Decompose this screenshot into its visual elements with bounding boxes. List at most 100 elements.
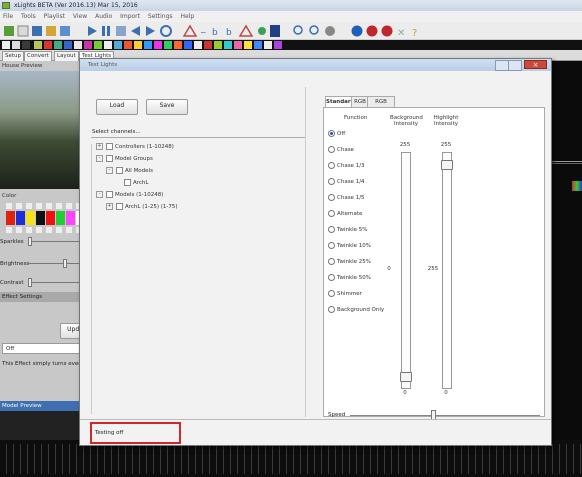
tree-item-label: All Models bbox=[125, 168, 153, 174]
radio-label: Twinkle 25% bbox=[337, 259, 372, 265]
brightness-slider-thumb[interactable] bbox=[63, 259, 67, 268]
checkbox[interactable] bbox=[116, 203, 123, 210]
status-text: Testing off bbox=[95, 430, 124, 436]
panel-divider bbox=[305, 87, 306, 417]
svg-text:b: b bbox=[226, 28, 232, 38]
expand-icon[interactable]: + bbox=[106, 203, 113, 210]
tree-item-archl-range[interactable]: + ArchL (1-25) (1-75) bbox=[106, 203, 178, 210]
house-preview-image bbox=[0, 71, 91, 189]
radio-twinkle-10[interactable]: Twinkle 10% bbox=[328, 242, 371, 249]
radio-twinkle-50[interactable]: Twinkle 50% bbox=[328, 274, 371, 281]
tree-item-model-groups[interactable]: - Model Groups bbox=[96, 155, 153, 162]
expand-icon[interactable]: + bbox=[96, 143, 103, 150]
checkbox[interactable] bbox=[106, 143, 113, 150]
tree-item-label: Models (1-10248) bbox=[115, 192, 164, 198]
contrast-slider-thumb[interactable] bbox=[28, 278, 32, 287]
tree-item-all-models[interactable]: - All Models bbox=[106, 167, 153, 174]
close-button[interactable]: × bbox=[524, 60, 547, 69]
background-min-label: 0 bbox=[403, 390, 407, 396]
menu-settings[interactable]: Settings bbox=[148, 13, 173, 20]
file-toolbar-icons[interactable] bbox=[4, 25, 70, 37]
radio-twinkle-25[interactable]: Twinkle 25% bbox=[328, 258, 371, 265]
toolbar-icons: ~ b b ✕ ? bbox=[4, 24, 418, 40]
dialog-title: Test Lights bbox=[88, 62, 118, 68]
highlight-intensity-slider[interactable] bbox=[442, 152, 452, 389]
background-intensity-thumb[interactable] bbox=[400, 372, 412, 382]
radio-chase-1-4[interactable]: Chase 1/4 bbox=[328, 178, 365, 185]
radio-label: Background Only bbox=[337, 307, 385, 313]
tree-item-archl[interactable]: ArchL bbox=[124, 179, 148, 186]
checkbox[interactable] bbox=[106, 191, 113, 198]
timeline-grid bbox=[0, 444, 582, 474]
status-icons[interactable]: ✕ ? bbox=[351, 25, 418, 40]
maximize-button[interactable] bbox=[508, 60, 522, 71]
main-toolbar: ~ b b ✕ ? bbox=[0, 22, 582, 40]
highlight-intensity-thumb[interactable] bbox=[441, 160, 453, 170]
radio-label: Twinkle 5% bbox=[337, 227, 368, 233]
tree-item-controllers[interactable]: + Controllers (1-10248) bbox=[96, 143, 174, 150]
tree-panel-border bbox=[91, 144, 92, 414]
radio-chase-1-5[interactable]: Chase 1/5 bbox=[328, 194, 365, 201]
collapse-icon[interactable]: - bbox=[96, 191, 103, 198]
radio-label: Chase 1/5 bbox=[337, 195, 365, 201]
radio-chase[interactable]: Chase bbox=[328, 146, 354, 153]
radio-off[interactable]: Off bbox=[328, 130, 345, 137]
tree-item-label: Controllers (1-10248) bbox=[115, 144, 174, 150]
background-intensity-slider[interactable] bbox=[401, 152, 411, 389]
zoom-icons[interactable] bbox=[293, 25, 335, 36]
function-header: Function bbox=[344, 115, 368, 121]
model-preview-header: Model Preview bbox=[0, 401, 91, 411]
effect-description: This Effect simply turns every bbox=[2, 361, 84, 367]
contrast-label: Contrast bbox=[0, 280, 24, 286]
background-max-label: 255 bbox=[399, 142, 411, 148]
minimize-button[interactable] bbox=[495, 60, 509, 71]
menu-audio[interactable]: Audio bbox=[95, 13, 112, 20]
save-button[interactable]: Save bbox=[146, 99, 188, 115]
brightness-label: Brightness bbox=[0, 261, 30, 267]
color-locks[interactable] bbox=[6, 227, 86, 233]
app-title-bar: xLights BETA (Ver 2016.13) Mar 15, 2016 bbox=[0, 0, 582, 11]
menu-tools[interactable]: Tools bbox=[21, 13, 36, 20]
tree-item-models[interactable]: - Models (1-10248) bbox=[96, 191, 163, 198]
collapse-icon[interactable]: - bbox=[96, 155, 103, 162]
sparkles-slider-thumb[interactable] bbox=[28, 237, 32, 246]
playback-icons[interactable] bbox=[88, 25, 172, 37]
radio-twinkle-5[interactable]: Twinkle 5% bbox=[328, 226, 368, 233]
menu-playlist[interactable]: Playlist bbox=[44, 13, 65, 20]
menu-view[interactable]: View bbox=[73, 13, 87, 20]
menu-import[interactable]: Import bbox=[120, 13, 140, 20]
radio-chase-1-3[interactable]: Chase 1/3 bbox=[328, 162, 365, 169]
checkbox[interactable] bbox=[116, 167, 123, 174]
speed-slider[interactable] bbox=[350, 415, 540, 416]
status-divider bbox=[80, 419, 551, 420]
effect-block[interactable] bbox=[572, 181, 582, 191]
checkbox[interactable] bbox=[124, 179, 131, 186]
checkbox[interactable] bbox=[106, 155, 113, 162]
effect-dropdown[interactable]: Off bbox=[2, 343, 91, 354]
test-lights-dialog: Test Lights × Load Save Select channels.… bbox=[79, 58, 552, 446]
radio-background-only[interactable]: Background Only bbox=[328, 306, 384, 313]
color-palette[interactable] bbox=[6, 211, 86, 225]
highlight-intensity-header: Highlight Intensity bbox=[433, 115, 459, 127]
menu-help[interactable]: Help bbox=[180, 13, 194, 20]
collapse-icon[interactable]: - bbox=[106, 167, 113, 174]
left-panel: House Preview Color Sparkles Brightness … bbox=[0, 61, 96, 477]
load-button[interactable]: Load bbox=[96, 99, 138, 115]
radio-shimmer[interactable]: Shimmer bbox=[328, 290, 362, 297]
radio-alternate[interactable]: Alternate bbox=[328, 210, 362, 217]
tree-item-label: ArchL bbox=[133, 180, 149, 186]
radio-label: Chase 1/4 bbox=[337, 179, 365, 185]
status-highlight: Testing off bbox=[90, 422, 181, 444]
color-checkboxes[interactable] bbox=[6, 203, 86, 209]
render-icons[interactable]: ~ b b bbox=[182, 24, 280, 38]
background-value: 0 bbox=[387, 266, 391, 272]
menu-file[interactable]: File bbox=[3, 13, 13, 20]
divider bbox=[91, 137, 306, 138]
radio-label: Alternate bbox=[337, 211, 363, 217]
color-label: Color bbox=[2, 193, 17, 199]
close-icon: × bbox=[532, 61, 539, 69]
effect-icons[interactable] bbox=[0, 40, 582, 50]
house-preview-label: House Preview bbox=[2, 63, 43, 69]
speed-label: Speed bbox=[328, 412, 346, 418]
sparkles-label: Sparkles bbox=[0, 239, 24, 245]
